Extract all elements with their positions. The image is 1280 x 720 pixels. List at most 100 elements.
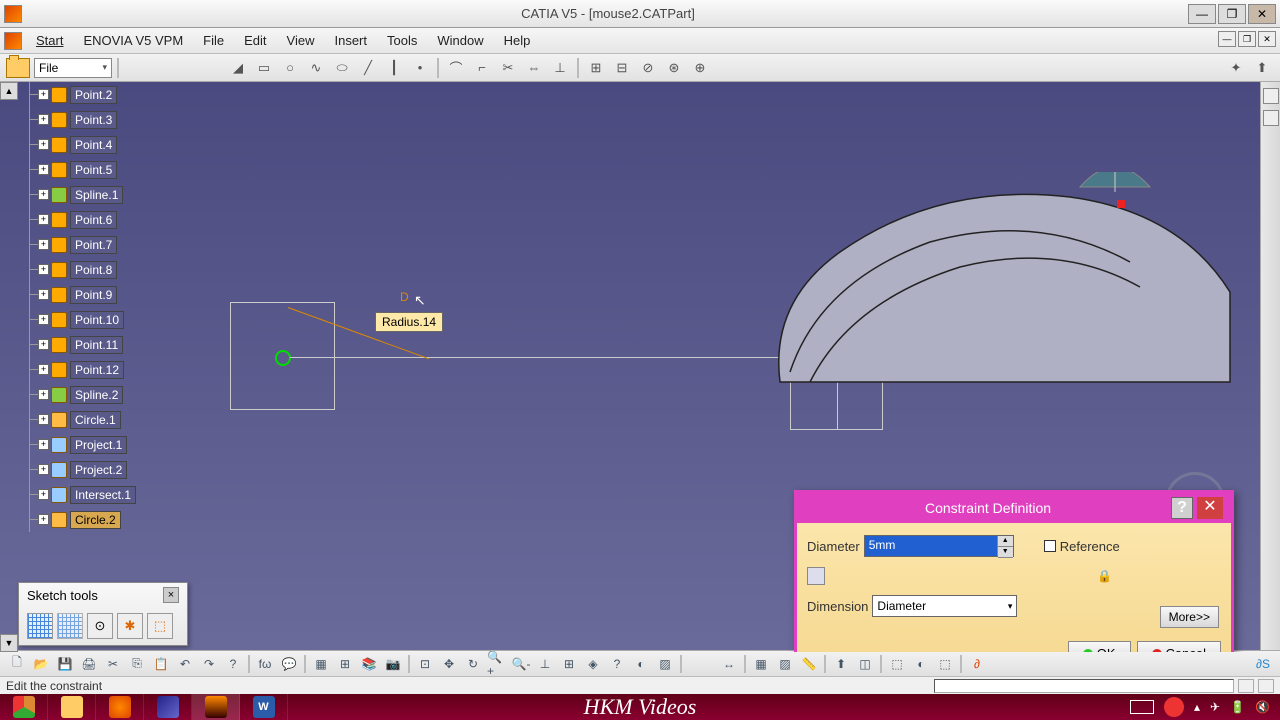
menu-insert[interactable]: Insert [324,29,377,52]
whatsthis-icon[interactable]: ? [222,654,244,674]
ellipse-icon[interactable]: ⬭ [330,57,354,79]
more-button[interactable]: More>> [1160,606,1219,628]
project-icon[interactable]: ⊥ [548,57,572,79]
spline-icon[interactable]: ∿ [304,57,328,79]
shading-icon[interactable]: ◐ [630,654,652,674]
tray-arrow-icon[interactable]: ▴ [1194,700,1200,714]
open-icon[interactable] [6,58,30,78]
diameter-spinner[interactable]: ▲▼ [997,536,1013,556]
menu-enovia[interactable]: ENOVIA V5 VPM [73,29,193,52]
dim-mode-icon[interactable] [807,567,825,585]
exit-icon[interactable]: ⬆ [1250,57,1274,79]
wb3-icon[interactable]: ◐ [910,654,932,674]
copy-icon[interactable]: ⎘ [126,654,148,674]
multi-view-icon[interactable]: ⊞ [558,654,580,674]
cancel-button[interactable]: Cancel [1137,641,1221,652]
wb4-icon[interactable]: ⬚ [934,654,956,674]
maximize-button[interactable]: ❐ [1218,4,1246,24]
menu-help[interactable]: Help [494,29,541,52]
paste-icon[interactable]: 📋 [150,654,172,674]
lock-icon[interactable]: 🔒 [1097,569,1111,583]
fix-icon[interactable]: ⊛ [662,57,686,79]
dimension-icon[interactable]: ⊟ [610,57,634,79]
capture-icon[interactable]: 📷 [382,654,404,674]
normal-icon[interactable]: ⊥ [534,654,556,674]
fit-icon[interactable]: ⊡ [414,654,436,674]
apply-mat-icon[interactable]: ▦ [750,654,772,674]
tree-scroll-down[interactable]: ▼ [0,634,18,652]
minimize-button[interactable]: — [1188,4,1216,24]
keyboard-icon[interactable] [1130,700,1154,714]
mirror-icon[interactable]: ⇔ [522,57,546,79]
mdi-restore[interactable]: ❐ [1238,31,1256,47]
animate-icon[interactable]: ⊕ [688,57,712,79]
dialog-close-button[interactable]: ✕ [1197,497,1223,519]
menu-tools[interactable]: Tools [377,29,427,52]
rectangle-icon[interactable]: ▭ [252,57,276,79]
volume-icon[interactable]: 🔇 [1255,700,1270,714]
redo-icon[interactable]: ↷ [198,654,220,674]
menu-file[interactable]: File [193,29,234,52]
handle-marker[interactable] [1117,200,1125,208]
catia-logo-icon[interactable]: ∂ [966,654,988,674]
taskbar-chrome[interactable] [0,694,48,720]
shutdown-icon[interactable] [1164,697,1184,717]
status-icon-1[interactable] [1238,679,1254,693]
zoom-out-icon[interactable]: 🔍- [510,654,532,674]
comment-icon[interactable]: 💬 [278,654,300,674]
zoom-in-icon[interactable]: 🔍+ [486,654,508,674]
close-button[interactable]: ✕ [1248,4,1276,24]
catalog-icon[interactable]: 📚 [358,654,380,674]
mdi-minimize[interactable]: — [1218,31,1236,47]
iso-icon[interactable]: ◈ [582,654,604,674]
snap-icon[interactable] [57,613,83,639]
line-icon[interactable]: ╱ [356,57,380,79]
measure-item-icon[interactable]: 📏 [798,654,820,674]
contact-icon[interactable]: ⊘ [636,57,660,79]
dimension-select[interactable]: Diameter [872,595,1017,617]
save-icon[interactable]: 💾 [54,654,76,674]
geometric-icon[interactable]: ✱ [117,613,143,639]
render-icon[interactable]: ▨ [654,654,676,674]
menu-start[interactable]: Start [26,29,73,52]
pan-icon[interactable]: ✥ [438,654,460,674]
file-combo[interactable]: File [34,58,112,78]
taskbar-firefox[interactable] [96,694,144,720]
sketch-circle-selected[interactable] [275,350,291,366]
menu-view[interactable]: View [277,29,325,52]
dialog-help-button[interactable]: ? [1171,497,1193,519]
circle-icon[interactable]: ○ [278,57,302,79]
status-icon-2[interactable] [1258,679,1274,693]
exit-sketch-icon[interactable]: ⬆ [830,654,852,674]
measure-icon[interactable]: ↔ [718,654,740,674]
grid-icon[interactable] [27,613,53,639]
undo-icon[interactable]: ↶ [174,654,196,674]
taskbar-player[interactable] [144,694,192,720]
taskbar-catia[interactable] [192,694,240,720]
mdi-close[interactable]: ✕ [1258,31,1276,47]
print-icon[interactable]: 🖨 [78,654,100,674]
dialog-titlebar[interactable]: Constraint Definition ? ✕ [797,493,1231,523]
dimensional-icon[interactable]: ⬚ [147,613,173,639]
formula-icon[interactable]: fω [254,654,276,674]
table-icon[interactable]: ▦ [310,654,332,674]
corner-icon[interactable]: ⌒ [444,57,468,79]
wb2-icon[interactable]: ⬚ [886,654,908,674]
airplane-icon[interactable]: ✈ [1210,700,1220,714]
open-doc-icon[interactable]: 📂 [30,654,52,674]
point-icon[interactable]: • [408,57,432,79]
sketch-tools-close[interactable]: × [163,587,179,603]
chamfer-icon[interactable]: ⌐ [470,57,494,79]
profile-icon[interactable]: ◢ [226,57,250,79]
tree-scroll-up[interactable]: ▲ [0,82,18,100]
constraint-icon[interactable]: ⊞ [584,57,608,79]
trim-icon[interactable]: ✂ [496,57,520,79]
right-tool-2[interactable] [1263,110,1279,126]
wb1-icon[interactable]: ◫ [854,654,876,674]
diameter-input[interactable]: 5mm ▲▼ [864,535,1014,557]
ok-button[interactable]: OK [1068,641,1131,652]
reference-checkbox[interactable] [1044,540,1056,552]
axis-icon[interactable]: ┃ [382,57,406,79]
law-icon[interactable]: ⊞ [334,654,356,674]
help-balloon-icon[interactable]: ? [606,654,628,674]
